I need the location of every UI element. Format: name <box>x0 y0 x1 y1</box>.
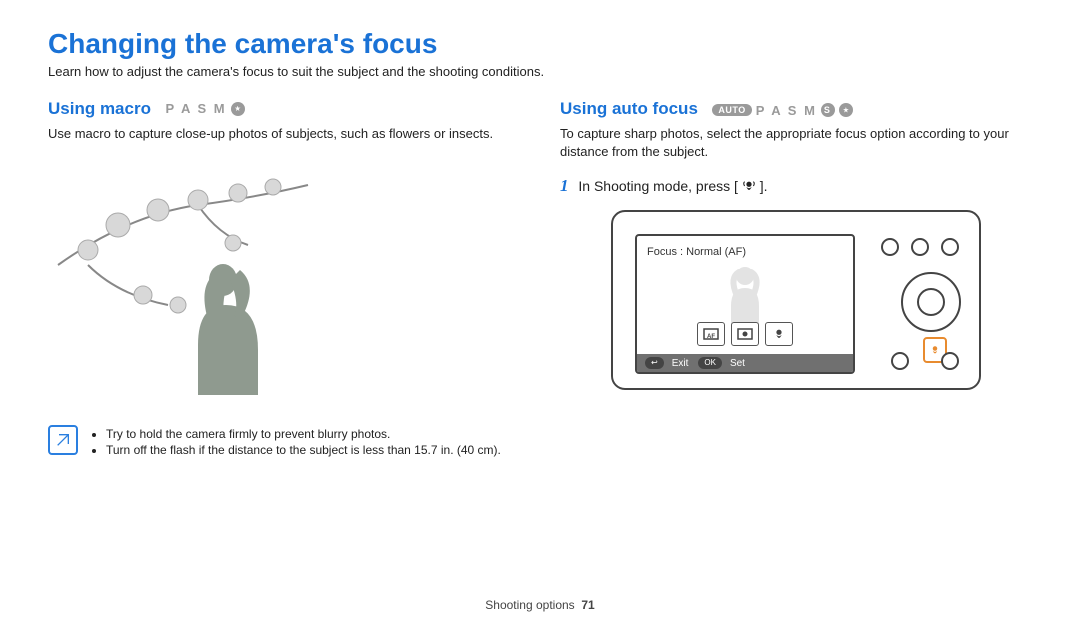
control-button <box>881 238 899 256</box>
footer-section: Shooting options <box>485 598 574 612</box>
note-item: Turn off the flash if the distance to th… <box>106 443 501 457</box>
svg-text:AF: AF <box>707 334 715 340</box>
set-label: Set <box>730 358 745 369</box>
page-title: Changing the camera's focus <box>48 28 1032 60</box>
mode-glyphs-macro: P A S M <box>165 101 244 116</box>
control-button <box>941 238 959 256</box>
magic-mode-icon <box>839 103 853 117</box>
mode-letters: P A S M <box>165 101 226 116</box>
auto-mode-pill: AUTO <box>712 104 751 116</box>
step-text-before: In Shooting mode, press [ <box>578 178 738 194</box>
back-key-icon: ↩ <box>645 357 664 369</box>
footer-page-number: 71 <box>581 598 594 612</box>
screen-focus-label: Focus : Normal (AF) <box>647 246 746 258</box>
section-heading-macro: Using macro <box>48 99 151 119</box>
note-item: Try to hold the camera firmly to prevent… <box>106 427 501 441</box>
mode-glyphs-autofocus: AUTO P A S M S <box>712 103 853 118</box>
scene-mode-icon: S <box>821 103 835 117</box>
step-text-after: ]. <box>760 178 768 194</box>
section-heading-autofocus: Using auto focus <box>560 99 698 119</box>
page-footer: Shooting options 71 <box>0 598 1080 612</box>
magic-mode-icon <box>231 102 245 116</box>
autofocus-body: To capture sharp photos, select the appr… <box>560 125 1032 160</box>
mode-letters: P A S M <box>756 103 817 118</box>
camera-screen: Focus : Normal (AF) <box>635 234 855 374</box>
control-button <box>911 238 929 256</box>
step-number: 1 <box>560 176 569 195</box>
macro-button-icon <box>742 179 756 193</box>
focus-option-macro-frame-icon <box>731 322 759 346</box>
focus-option-row: AF <box>697 322 793 346</box>
note-list: Try to hold the camera firmly to prevent… <box>90 425 501 459</box>
screen-bottom-bar: ↩ Exit OK Set <box>637 354 853 372</box>
control-button <box>941 352 959 370</box>
macro-illustration <box>48 155 520 405</box>
note-box: Try to hold the camera firmly to prevent… <box>48 425 520 459</box>
ok-key-icon: OK <box>698 357 722 369</box>
column-left: Using macro P A S M Use macro to capture… <box>48 99 520 459</box>
macro-body: Use macro to capture close-up photos of … <box>48 125 520 143</box>
note-icon <box>48 425 78 455</box>
focus-option-normal-af-icon: AF <box>697 322 725 346</box>
page-intro: Learn how to adjust the camera's focus t… <box>48 64 1032 79</box>
step-1: 1 In Shooting mode, press [ ]. <box>560 176 1032 196</box>
camera-diagram: Focus : Normal (AF) <box>611 210 981 390</box>
control-button <box>891 352 909 370</box>
exit-label: Exit <box>672 358 689 369</box>
column-right: Using auto focus AUTO P A S M S To captu… <box>560 99 1032 459</box>
focus-option-macro-icon <box>765 322 793 346</box>
dpad-control <box>901 272 961 332</box>
